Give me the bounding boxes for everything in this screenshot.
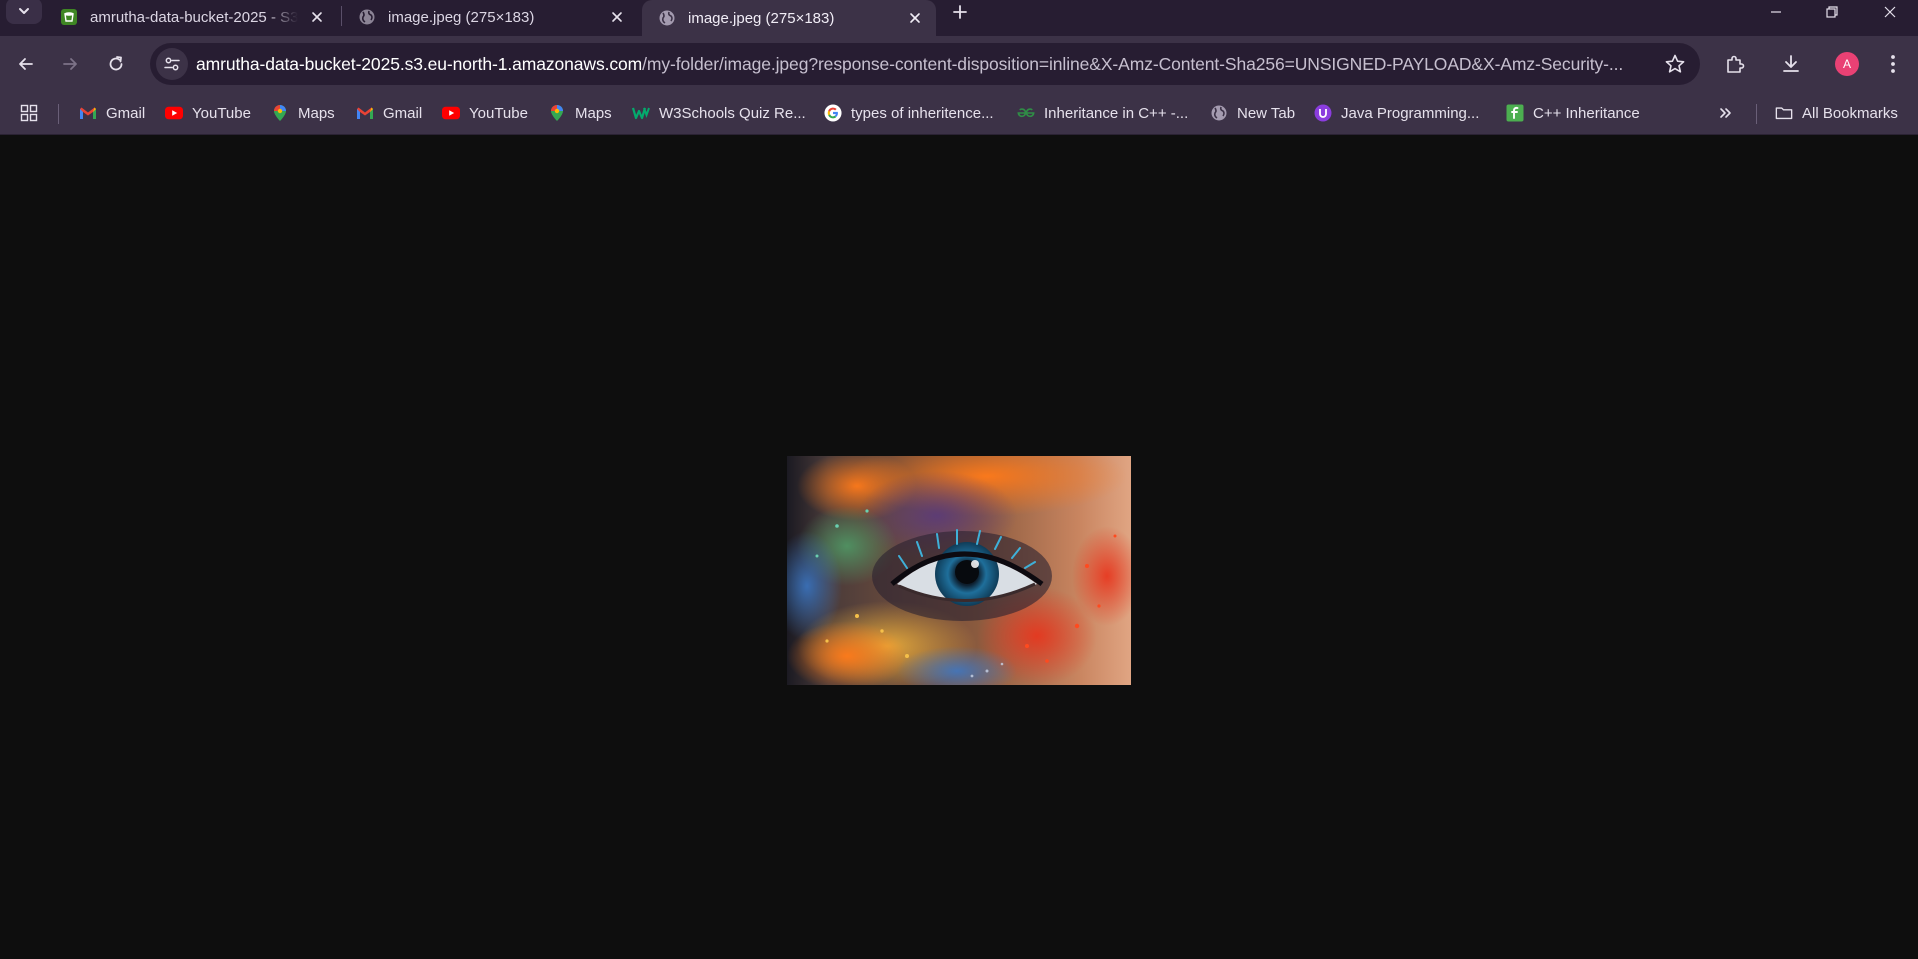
bookmarks-overflow-button[interactable]	[1716, 99, 1743, 127]
tune-icon	[164, 57, 180, 71]
page-viewport	[0, 136, 1918, 959]
w3schools-icon	[632, 104, 650, 122]
bookmark-label: Gmail	[106, 104, 146, 122]
close-icon[interactable]	[904, 7, 926, 29]
minimize-button[interactable]	[1748, 0, 1804, 24]
globe-icon	[358, 8, 376, 26]
restore-button[interactable]	[1804, 0, 1860, 24]
bookmark-new-tab[interactable]: New Tab	[1210, 99, 1295, 127]
reload-button[interactable]	[100, 48, 132, 80]
bookmark-label: types of inheritence...	[851, 104, 994, 122]
s3-bucket-icon	[60, 8, 78, 26]
close-icon[interactable]	[606, 6, 628, 28]
restore-icon	[1826, 6, 1838, 18]
chevron-down-icon	[19, 8, 29, 14]
bookmark-separator	[1756, 104, 1757, 124]
bookmark-maps[interactable]: Maps	[548, 99, 612, 127]
reload-icon	[109, 56, 123, 71]
bookmark-youtube[interactable]: YouTube	[442, 99, 528, 127]
new-tab-button[interactable]	[946, 0, 974, 24]
tab-search-button[interactable]	[6, 0, 42, 24]
maps-icon	[548, 104, 566, 122]
menu-button[interactable]	[1877, 48, 1909, 80]
double-chevron-right-icon	[1716, 104, 1734, 122]
bookmark-label: Gmail	[383, 104, 423, 122]
kebab-menu-icon	[1891, 55, 1895, 73]
tab-strip: amrutha-data-bucket-2025 - S3 bucket ima…	[0, 0, 1918, 36]
close-window-button[interactable]	[1862, 0, 1918, 24]
tab-title: amrutha-data-bucket-2025 - S3 bucket	[90, 8, 298, 26]
bookmark-geeksforgeeks[interactable]: Inheritance in C++ -...	[1017, 99, 1188, 127]
download-icon	[1783, 55, 1799, 72]
apps-button[interactable]	[20, 99, 47, 127]
gmail-icon	[79, 104, 97, 122]
folder-icon	[1775, 104, 1793, 122]
arrow-left-icon	[19, 58, 33, 70]
bookmark-label: Inheritance in C++ -...	[1044, 104, 1189, 122]
address-bar[interactable]: amrutha-data-bucket-2025.s3.eu-north-1.a…	[150, 43, 1700, 85]
bookmark-youtube[interactable]: YouTube	[165, 99, 251, 127]
downloads-button[interactable]	[1775, 48, 1807, 80]
avatar: A	[1835, 52, 1859, 76]
bookmark-gmail[interactable]: Gmail	[79, 99, 145, 127]
bookmark-label: YouTube	[469, 104, 528, 122]
bookmark-label: Maps	[298, 104, 335, 122]
arrow-right-icon	[63, 58, 77, 70]
apps-grid-icon	[20, 104, 38, 122]
close-icon	[1884, 6, 1896, 18]
close-icon[interactable]	[306, 6, 328, 28]
globe-icon	[1210, 104, 1228, 122]
youtube-icon	[442, 104, 460, 122]
all-bookmarks-label: All Bookmarks	[1802, 104, 1898, 122]
bookmark-star-icon[interactable]	[1664, 53, 1686, 75]
bookmark-gmail[interactable]: Gmail	[356, 99, 422, 127]
tab-image-jpeg[interactable]: image.jpeg (275×183)	[342, 0, 638, 34]
face-paint-eye-photo	[787, 456, 1131, 685]
youtube-icon	[165, 104, 183, 122]
plus-icon	[953, 5, 967, 19]
tab-image-jpeg-active[interactable]: image.jpeg (275×183)	[642, 0, 936, 36]
google-icon	[824, 104, 842, 122]
extensions-button[interactable]	[1719, 48, 1751, 80]
bookmark-label: New Tab	[1237, 104, 1296, 122]
back-button[interactable]	[10, 48, 42, 80]
bookmark-java-programming[interactable]: Java Programming...	[1314, 99, 1479, 127]
purple-shield-icon	[1314, 104, 1332, 122]
bookmark-label: C++ Inheritance	[1533, 104, 1640, 122]
url-path: /my-folder/image.jpeg?response-content-d…	[642, 54, 1624, 74]
gmail-icon	[356, 104, 374, 122]
maps-icon	[271, 104, 289, 122]
bookmark-label: YouTube	[192, 104, 251, 122]
bookmarks-bar: Gmail YouTube Maps Gmail YouTube Maps W3…	[0, 92, 1918, 135]
toolbar: amrutha-data-bucket-2025.s3.eu-north-1.a…	[0, 36, 1918, 92]
site-info-button[interactable]	[156, 48, 188, 80]
bookmark-label: W3Schools Quiz Re...	[659, 104, 806, 122]
bookmark-google-search[interactable]: types of inheritence...	[824, 99, 994, 127]
image-jpeg[interactable]	[787, 456, 1131, 685]
tab-s3-bucket[interactable]: amrutha-data-bucket-2025 - S3 bucket	[44, 0, 338, 34]
green-f-icon	[1506, 104, 1524, 122]
profile-button[interactable]: A	[1831, 48, 1863, 80]
puzzle-icon	[1727, 55, 1745, 73]
url-text[interactable]: amrutha-data-bucket-2025.s3.eu-north-1.a…	[196, 54, 1623, 75]
tab-title: image.jpeg (275×183)	[388, 8, 535, 26]
bookmark-separator	[58, 104, 59, 124]
bookmark-cpp-inheritance[interactable]: C++ Inheritance	[1506, 99, 1640, 127]
bookmark-label: Maps	[575, 104, 612, 122]
tab-title: image.jpeg (275×183)	[688, 9, 835, 27]
forward-button[interactable]	[54, 48, 86, 80]
url-host: amrutha-data-bucket-2025.s3.eu-north-1.a…	[196, 54, 643, 74]
all-bookmarks-button[interactable]: All Bookmarks	[1775, 99, 1898, 127]
bookmark-maps[interactable]: Maps	[271, 99, 335, 127]
minimize-icon	[1771, 11, 1781, 13]
bookmark-label: Java Programming...	[1341, 104, 1480, 122]
geeksforgeeks-icon	[1017, 104, 1035, 122]
globe-icon	[658, 9, 676, 27]
bookmark-w3schools[interactable]: W3Schools Quiz Re...	[632, 99, 806, 127]
